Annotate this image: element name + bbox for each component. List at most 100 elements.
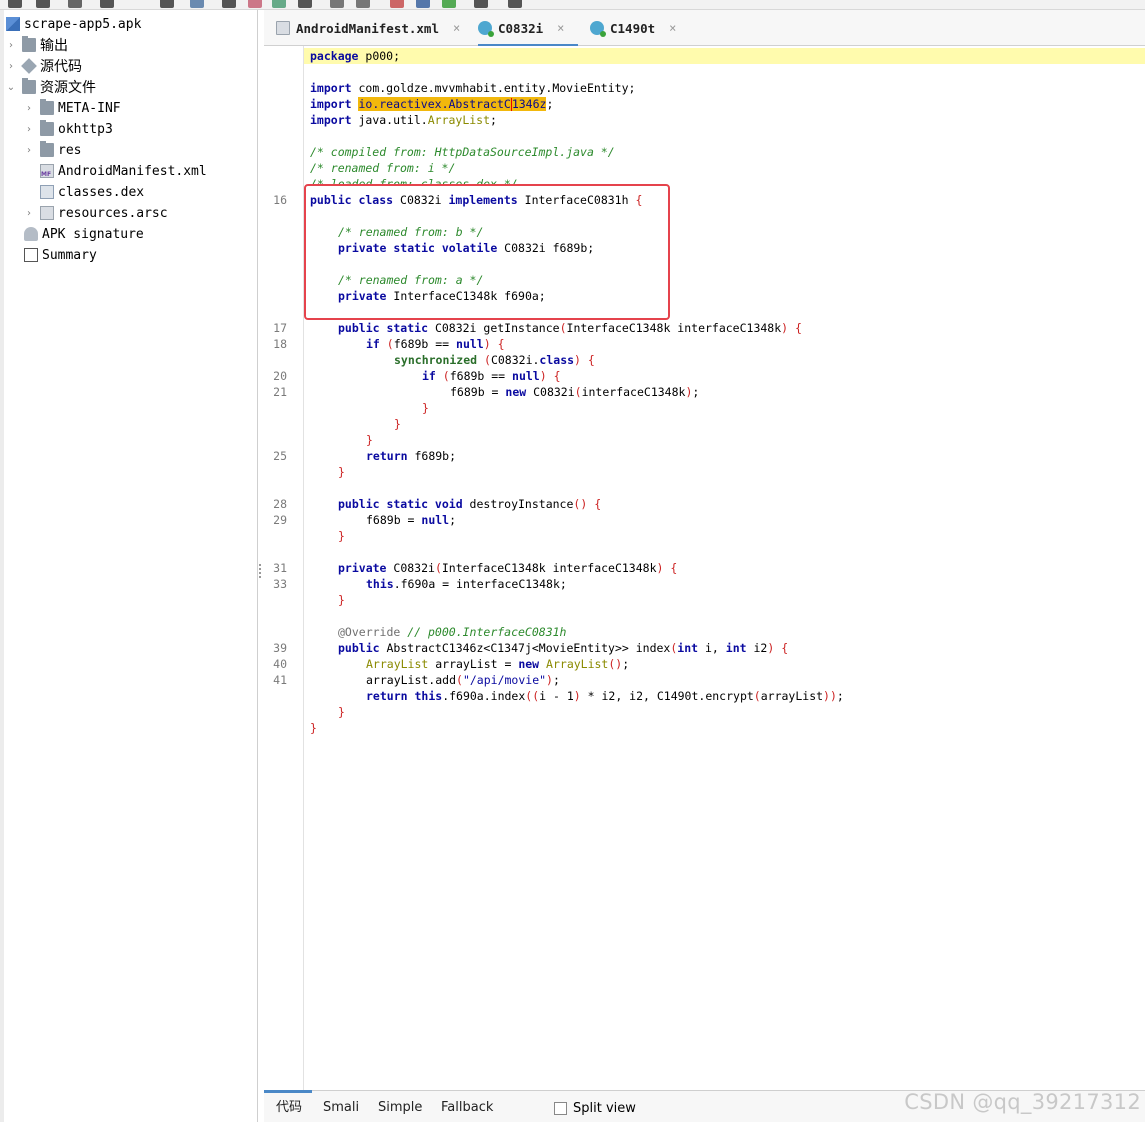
code-line: if (f689b == null) { <box>422 369 561 383</box>
add-file-icon[interactable] <box>36 0 50 8</box>
code-line: f689b = new C0832i(interfaceC1348k); <box>450 385 700 399</box>
code-brace: } <box>338 705 345 719</box>
search-match-highlight: io.reactivex.AbstractC1346z <box>358 97 547 111</box>
code-brace: } <box>310 721 317 735</box>
code-brace: } <box>394 417 401 431</box>
panel-splitter-handle[interactable] <box>258 562 262 582</box>
tab-fallback[interactable]: Fallback <box>441 1097 493 1119</box>
code-line: return f689b; <box>366 449 457 463</box>
tree-panel-edge <box>0 10 4 1122</box>
code-line-method-decl: public static C0832i getInstance(Interfa… <box>338 321 802 335</box>
line-number: 39 <box>273 641 287 655</box>
tab-code[interactable]: 代码 <box>263 1090 313 1119</box>
reload-icon[interactable] <box>68 0 82 8</box>
line-number: 16 <box>273 193 287 207</box>
code-brace: } <box>366 433 373 447</box>
tab-simple[interactable]: Simple <box>378 1097 422 1119</box>
code-line-import: import java.util.ArrayList; <box>310 113 497 127</box>
line-number: 20 <box>273 369 287 383</box>
back-icon[interactable] <box>330 0 344 8</box>
tree-item-output[interactable]: › 输出 <box>4 35 68 55</box>
code-line: arrayList.add("/api/movie"); <box>366 673 560 687</box>
code-line: if (f689b == null) { <box>366 337 505 351</box>
tree-item-apk-signature[interactable]: APK signature <box>24 224 144 244</box>
tree-item-android-manifest[interactable]: AndroidManifest.xml <box>40 161 207 181</box>
code-comment: /* compiled from: HttpDataSourceImpl.jav… <box>310 145 615 159</box>
chevron-right-icon[interactable]: › <box>22 208 36 219</box>
line-number: 31 <box>273 561 287 575</box>
tree-item-resources-arsc[interactable]: › resources.arsc <box>22 203 168 223</box>
chevron-down-icon[interactable]: ⌄ <box>4 82 18 93</box>
signature-icon <box>24 227 38 241</box>
watermark: CSDN @qq_39217312 <box>904 1090 1141 1114</box>
line-number: 29 <box>273 513 287 527</box>
line-number: 18 <box>273 337 287 351</box>
code-line-package: package p000; <box>310 49 401 63</box>
tab-c1490t[interactable]: C1490t × <box>590 10 676 46</box>
wrench-icon[interactable] <box>508 0 522 8</box>
settings-icon[interactable] <box>474 0 488 8</box>
tree-item-apk-root[interactable]: scrape-app5.apk <box>6 14 141 34</box>
dex-file-icon <box>40 185 54 199</box>
close-icon[interactable]: × <box>669 21 676 35</box>
home-icon[interactable] <box>298 0 312 8</box>
output-folder-icon <box>22 36 36 52</box>
code-line: ArrayList arrayList = new ArrayList(); <box>366 657 630 671</box>
tree-item-resources[interactable]: ⌄ 资源文件 <box>4 77 96 97</box>
debug-icon[interactable] <box>442 0 456 8</box>
tab-android-manifest[interactable]: AndroidManifest.xml × <box>276 10 460 46</box>
split-view-checkbox[interactable] <box>554 1102 567 1115</box>
folder-icon <box>40 141 54 157</box>
line-number: 40 <box>273 657 287 671</box>
sync-icon[interactable] <box>190 0 204 8</box>
class-icon <box>478 21 494 37</box>
split-view-toggle[interactable]: Split view <box>554 1101 636 1116</box>
folder-icon <box>40 99 54 115</box>
decompile-icon[interactable] <box>390 0 404 8</box>
chevron-right-icon[interactable]: › <box>4 61 18 72</box>
package-icon <box>21 58 37 74</box>
code-brace: } <box>422 401 429 415</box>
find-usage-icon[interactable] <box>272 0 286 8</box>
line-number: 41 <box>273 673 287 687</box>
tree-item-summary[interactable]: Summary <box>24 245 97 265</box>
code-line: return this.f690a.index((i - 1) * i2, i2… <box>366 689 844 703</box>
code-line-annotation: @Override // p000.InterfaceC0831h <box>338 625 567 639</box>
chevron-right-icon[interactable]: › <box>4 40 18 51</box>
find-class-icon[interactable] <box>248 0 262 8</box>
tab-smali[interactable]: Smali <box>323 1097 359 1119</box>
toolbar <box>0 0 1145 10</box>
class-icon <box>590 21 606 37</box>
tree-item-res[interactable]: › res <box>22 140 81 160</box>
tree-item-source-code[interactable]: › 源代码 <box>4 56 82 76</box>
close-icon[interactable]: × <box>453 21 460 35</box>
code-comment: /* loaded from: classes.dex */ <box>310 177 518 184</box>
tree-item-classes-dex[interactable]: classes.dex <box>40 182 144 202</box>
code-brace: } <box>338 593 345 607</box>
code-line: synchronized (C0832i.class) { <box>394 353 595 367</box>
tab-label: C0832i <box>498 20 544 36</box>
tree-item-okhttp3[interactable]: › okhttp3 <box>22 119 113 139</box>
log-icon[interactable] <box>416 0 430 8</box>
close-icon[interactable]: × <box>557 21 564 35</box>
chevron-right-icon[interactable]: › <box>22 103 36 114</box>
line-number-gutter: 16 17 18 20 21 25 28 29 31 33 39 40 41 <box>264 46 304 1090</box>
folder-icon <box>40 120 54 136</box>
code-comment: /* renamed from: i */ <box>310 161 456 175</box>
chevron-right-icon[interactable]: › <box>22 124 36 135</box>
editor-tab-bar: AndroidManifest.xml × C0832i × C1490t × <box>264 10 1145 47</box>
save-icon[interactable] <box>100 0 114 8</box>
current-line-highlight <box>304 48 1145 64</box>
line-number: 33 <box>273 577 287 591</box>
search-icon[interactable] <box>222 0 236 8</box>
forward-icon[interactable] <box>356 0 370 8</box>
open-file-icon[interactable] <box>8 0 22 8</box>
annotation-highlight-box <box>304 184 670 320</box>
chevron-right-icon[interactable]: › <box>22 145 36 156</box>
line-number: 25 <box>273 449 287 463</box>
tab-c0832i[interactable]: C0832i × <box>478 10 579 47</box>
export-icon[interactable] <box>160 0 174 8</box>
tree-item-meta-inf[interactable]: › META-INF <box>22 98 121 118</box>
project-tree-panel: scrape-app5.apk › 输出 › 源代码 ⌄ 资源文件 › META… <box>0 10 258 1122</box>
code-line-import: import io.reactivex.AbstractC1346z; <box>310 97 554 111</box>
